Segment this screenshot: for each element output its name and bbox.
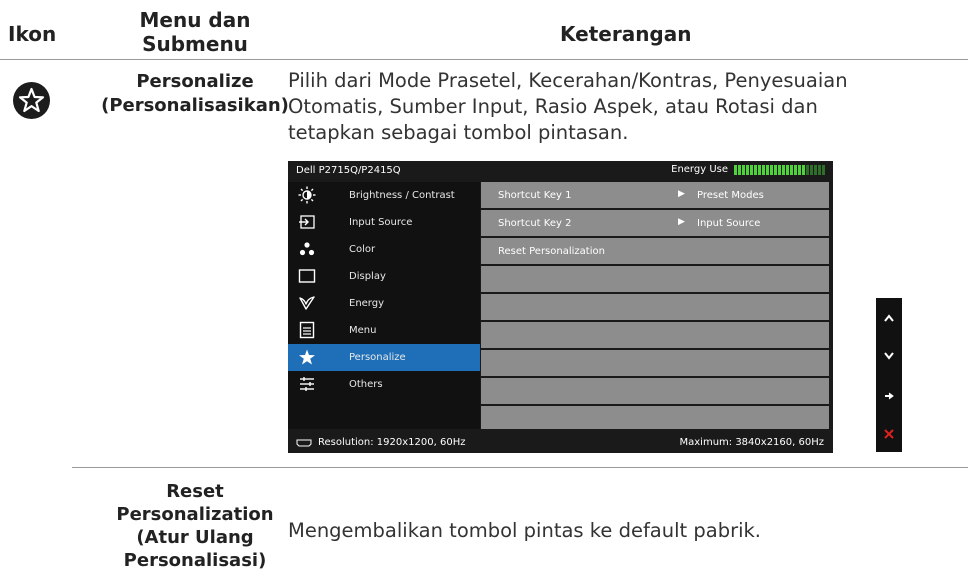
header-menu-column-line1: Menu dan	[139, 8, 251, 32]
energy-bar-segment	[802, 164, 805, 175]
submenu-key: Shortcut Key 2	[498, 218, 572, 229]
submenu-value: Preset Modes	[697, 190, 764, 201]
close-icon[interactable]	[876, 416, 902, 452]
menu-item-color[interactable]: Color	[288, 236, 480, 263]
sliders-icon	[300, 377, 314, 391]
menu-item-menu[interactable]: Menu	[288, 317, 480, 344]
reset-personalization-title-line2: Personalization	[116, 504, 274, 525]
energy-bar-segment	[750, 164, 753, 175]
reset-personalization-title-line1: Reset	[166, 481, 224, 502]
color-dots-icon	[299, 242, 315, 256]
energy-bar-segment	[742, 164, 745, 175]
row-divider	[72, 467, 968, 468]
submenu-empty-row	[481, 378, 829, 404]
reset-personalization-title-line3: (Atur Ulang	[136, 527, 254, 548]
submenu-value: Input Source	[697, 218, 761, 229]
display-icon	[298, 269, 316, 283]
submenu-shortcut-key-2[interactable]: Shortcut Key 2 ▶ Input Source	[481, 210, 829, 236]
leaf-icon	[299, 296, 315, 310]
osd-main-menu: Brightness / Contrast Input Source Color…	[288, 182, 480, 429]
personalize-desc-line2: Otomatis, Sumber Input, Rasio Aspek, ata…	[288, 95, 818, 118]
osd-status-bar: Resolution: 1920x1200, 60Hz Maximum: 384…	[288, 431, 833, 453]
resolution-readout: Resolution: 1920x1200, 60Hz	[296, 437, 465, 448]
energy-bar-segment	[822, 164, 825, 175]
menu-item-label: Color	[349, 244, 376, 255]
submenu-shortcut-key-1[interactable]: Shortcut Key 1 ▶ Preset Modes	[481, 182, 829, 208]
menu-item-label: Input Source	[349, 217, 413, 228]
personalize-desc-line3: tetapkan sebagai tombol pintasan.	[288, 121, 629, 144]
menu-item-input-source[interactable]: Input Source	[288, 209, 480, 236]
submenu-empty-row	[481, 294, 829, 320]
menu-item-label: Personalize	[349, 352, 406, 363]
energy-bar-segment	[778, 164, 781, 175]
play-arrow-icon: ▶	[678, 189, 685, 199]
osd-screenshot: Dell P2715Q/P2415Q Energy Use Brightness…	[288, 161, 833, 453]
header-divider	[0, 59, 968, 60]
menu-item-label: Brightness / Contrast	[349, 190, 455, 201]
star-icon	[299, 349, 315, 365]
submenu-empty-row	[481, 350, 829, 376]
energy-bar-segment	[790, 164, 793, 175]
hdmi-icon	[296, 439, 312, 446]
reset-personalization-title-line4: Personalisasi)	[123, 550, 267, 571]
energy-bar-segment	[818, 164, 821, 175]
menu-item-label: Energy	[349, 298, 385, 309]
header-icon-column: Ikon	[8, 22, 57, 46]
menu-item-label: Others	[349, 379, 383, 390]
personalize-title-line2: (Personalisasikan)	[101, 95, 289, 116]
energy-bar-segment	[794, 164, 797, 175]
personalize-title-line1: Personalize	[136, 71, 254, 92]
menu-item-label: Display	[349, 271, 386, 282]
right-arrow-icon[interactable]	[876, 378, 902, 414]
maximum-resolution-text: Maximum: 3840x2160, 60Hz	[679, 437, 825, 448]
submenu-empty-row	[481, 266, 829, 292]
osd-submenu: Shortcut Key 1 ▶ Preset Modes Shortcut K…	[481, 182, 829, 429]
submenu-empty-row	[481, 322, 829, 348]
energy-bar-segment	[782, 164, 785, 175]
submenu-reset-personalization[interactable]: Reset Personalization	[481, 238, 829, 264]
up-icon[interactable]	[876, 300, 902, 336]
menu-icon	[299, 321, 315, 339]
energy-bar-segment	[810, 164, 813, 175]
submenu-key: Reset Personalization	[498, 246, 605, 257]
header-description-column: Keterangan	[560, 22, 692, 46]
energy-bar-segment	[766, 164, 769, 175]
energy-bar-segment	[814, 164, 817, 175]
menu-item-energy[interactable]: Energy	[288, 290, 480, 317]
energy-bar-segment	[762, 164, 765, 175]
menu-item-label: Menu	[349, 325, 377, 336]
input-icon	[299, 215, 315, 229]
energy-use-meter: Energy Use	[671, 164, 825, 175]
down-icon[interactable]	[876, 338, 902, 374]
energy-use-label: Energy Use	[671, 164, 728, 175]
menu-item-brightness-contrast[interactable]: Brightness / Contrast	[288, 182, 480, 209]
osd-model-name: Dell P2715Q/P2415Q	[296, 165, 401, 176]
sun-icon	[298, 186, 316, 204]
energy-bar-segment	[798, 164, 801, 175]
play-arrow-icon: ▶	[678, 217, 685, 227]
submenu-empty-row	[481, 406, 829, 429]
energy-bar-segment	[734, 164, 737, 175]
menu-item-display[interactable]: Display	[288, 263, 480, 290]
menu-item-others[interactable]: Others	[288, 371, 480, 398]
energy-bar-segment	[754, 164, 757, 175]
monitor-side-buttons	[876, 298, 902, 452]
osd-title-bar: Dell P2715Q/P2415Q Energy Use	[288, 161, 833, 181]
energy-bar-segment	[806, 164, 809, 175]
menu-item-personalize[interactable]: Personalize	[288, 344, 480, 371]
energy-bar-segment	[786, 164, 789, 175]
energy-bars	[734, 164, 825, 175]
energy-bar-segment	[774, 164, 777, 175]
energy-bar-segment	[758, 164, 761, 175]
submenu-key: Shortcut Key 1	[498, 190, 572, 201]
personalize-desc-line1: Pilih dari Mode Prasetel, Kecerahan/Kont…	[288, 69, 848, 92]
energy-bar-segment	[738, 164, 741, 175]
resolution-text: Resolution: 1920x1200, 60Hz	[318, 437, 466, 448]
header-menu-column-line2: Submenu	[142, 32, 248, 56]
reset-personalization-desc: Mengembalikan tombol pintas ke default p…	[288, 519, 762, 542]
energy-bar-segment	[746, 164, 749, 175]
energy-bar-segment	[770, 164, 773, 175]
star-icon	[13, 82, 50, 119]
